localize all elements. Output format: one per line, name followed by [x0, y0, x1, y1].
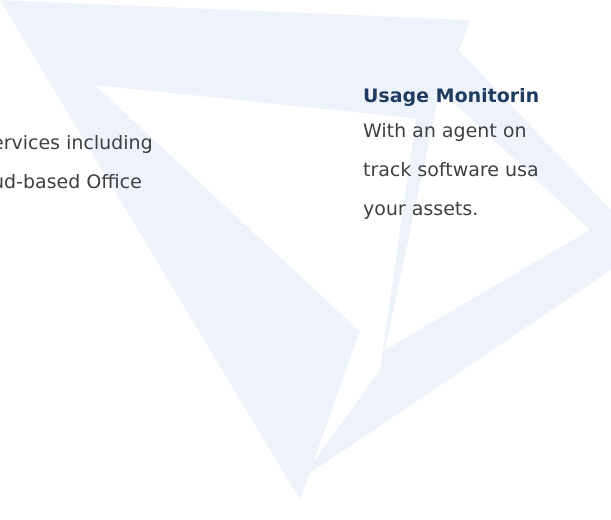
usage-monitoring-heading: Usage Monitorin: [363, 85, 540, 107]
page: ervices including ud-based Office Usage …: [0, 0, 611, 520]
left-feature-description: ervices including ud-based Office: [0, 124, 153, 202]
usage-monitoring-feature: Usage Monitorin With an agent on track s…: [363, 80, 539, 229]
usage-monitoring-line-2: track software usa: [363, 159, 539, 181]
left-feature-line-1: ervices including: [0, 132, 153, 154]
left-feature-line-2: ud-based Office: [0, 171, 142, 193]
usage-monitoring-line-1: With an agent on: [363, 120, 527, 142]
triangle-logo-watermark-icon: [0, 0, 611, 500]
usage-monitoring-line-3: your assets.: [363, 198, 479, 220]
